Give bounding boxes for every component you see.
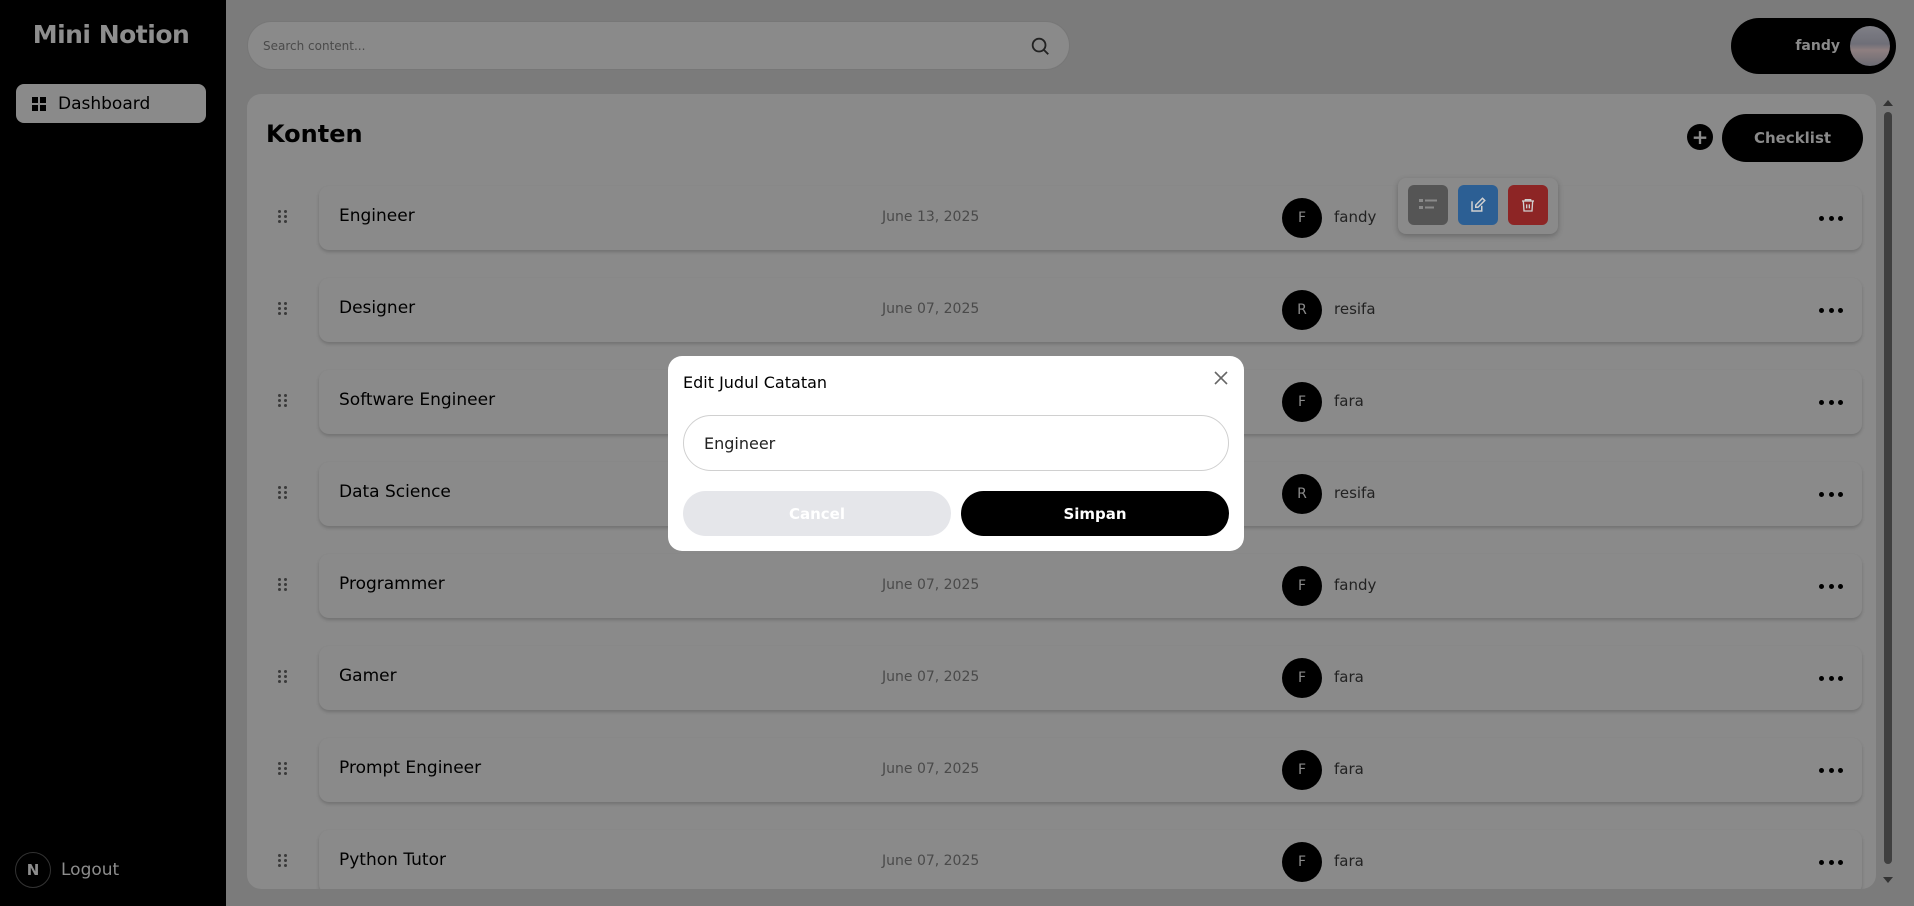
title-input[interactable] [683, 415, 1229, 471]
close-icon[interactable] [1212, 369, 1230, 387]
author-name: fara [1334, 392, 1364, 410]
scroll-down-arrow-icon[interactable] [1883, 877, 1893, 883]
author-name: fara [1334, 760, 1364, 778]
author-name: fandy [1334, 208, 1377, 226]
author-name: fandy [1334, 576, 1377, 594]
more-options-icon[interactable] [1819, 484, 1843, 504]
author-avatar: F [1282, 658, 1322, 698]
item-date: June 07, 2025 [882, 301, 980, 317]
item-title: Python Tutor [339, 850, 446, 870]
trash-icon [1522, 199, 1534, 212]
avatar [1850, 26, 1890, 66]
author-name: fara [1334, 852, 1364, 870]
author-avatar: R [1282, 474, 1322, 514]
author-avatar: F [1282, 566, 1322, 606]
drag-handle-icon[interactable] [278, 486, 288, 500]
dashboard-icon [32, 96, 46, 111]
drag-handle-icon[interactable] [278, 394, 288, 408]
item-title: Prompt Engineer [339, 758, 482, 778]
item-title: Engineer [339, 206, 415, 226]
author-name: resifa [1334, 300, 1376, 318]
more-options-icon[interactable] [1819, 760, 1843, 780]
item-date: June 13, 2025 [882, 209, 980, 225]
list-item[interactable]: Gamer June 07, 2025 Ffara [319, 646, 1862, 710]
drag-handle-icon[interactable] [278, 210, 288, 224]
item-date: June 07, 2025 [882, 669, 980, 685]
item-date: June 07, 2025 [882, 853, 980, 869]
checklist-button[interactable]: Checklist [1722, 114, 1863, 162]
more-options-icon[interactable] [1819, 668, 1843, 688]
search-icon[interactable] [1029, 35, 1051, 57]
sidebar-item-dashboard[interactable]: Dashboard [16, 84, 206, 123]
list-item[interactable]: Prompt Engineer June 07, 2025 Ffara [319, 738, 1862, 802]
search-input[interactable] [263, 38, 1029, 53]
logout-button[interactable]: N Logout [15, 852, 119, 888]
sidebar: Mini Notion Dashboard N Logout [0, 0, 226, 906]
page-title: Konten [266, 120, 363, 148]
author-avatar: F [1282, 198, 1322, 238]
next-logo-icon: N [15, 852, 51, 888]
user-name: fandy [1795, 38, 1840, 54]
item-title: Data Science [339, 482, 451, 502]
dialog-title: Edit Judul Catatan [683, 373, 828, 392]
drag-handle-icon[interactable] [278, 854, 288, 868]
edit-action-button[interactable] [1458, 185, 1498, 225]
more-options-icon[interactable] [1819, 576, 1843, 596]
list-item[interactable]: Engineer June 13, 2025 Ffandy [319, 186, 1862, 250]
app-logo: Mini Notion [32, 20, 190, 49]
user-menu[interactable]: fandy [1731, 18, 1896, 74]
drag-handle-icon[interactable] [278, 578, 288, 592]
list-item[interactable]: Programmer June 07, 2025 Ffandy [319, 554, 1862, 618]
item-title: Programmer [339, 574, 445, 594]
list-item[interactable]: Python Tutor June 07, 2025 Ffara [319, 830, 1862, 889]
add-button[interactable]: + [1687, 124, 1713, 150]
logout-label: Logout [61, 860, 120, 880]
more-options-icon[interactable] [1819, 208, 1843, 228]
drag-handle-icon[interactable] [278, 670, 288, 684]
item-date: June 07, 2025 [882, 761, 980, 777]
author-avatar: F [1282, 842, 1322, 882]
delete-action-button[interactable] [1508, 185, 1548, 225]
drag-handle-icon[interactable] [278, 302, 288, 316]
more-options-icon[interactable] [1819, 852, 1843, 872]
item-title: Software Engineer [339, 390, 496, 410]
scrollbar-thumb[interactable] [1884, 112, 1892, 864]
list-action-button[interactable] [1408, 185, 1448, 225]
more-options-icon[interactable] [1819, 300, 1843, 320]
save-button[interactable]: Simpan [961, 491, 1229, 536]
list-item[interactable]: Designer June 07, 2025 Rresifa [319, 278, 1862, 342]
drag-handle-icon[interactable] [278, 762, 288, 776]
scroll-up-arrow-icon[interactable] [1883, 100, 1893, 106]
search-bar [247, 21, 1070, 70]
scrollbar[interactable] [1882, 94, 1894, 889]
cancel-button[interactable]: Cancel [683, 491, 951, 536]
edit-title-dialog: Edit Judul Catatan Cancel Simpan [668, 356, 1244, 551]
more-options-icon[interactable] [1819, 392, 1843, 412]
item-title: Gamer [339, 666, 397, 686]
sidebar-item-label: Dashboard [58, 93, 151, 114]
author-name: resifa [1334, 484, 1376, 502]
author-avatar: F [1282, 750, 1322, 790]
row-actions-popover [1398, 178, 1558, 234]
author-avatar: F [1282, 382, 1322, 422]
author-avatar: R [1282, 290, 1322, 330]
item-date: June 07, 2025 [882, 577, 980, 593]
author-name: fara [1334, 668, 1364, 686]
item-title: Designer [339, 298, 416, 318]
list-icon [1419, 199, 1437, 209]
edit-icon [1471, 197, 1486, 212]
